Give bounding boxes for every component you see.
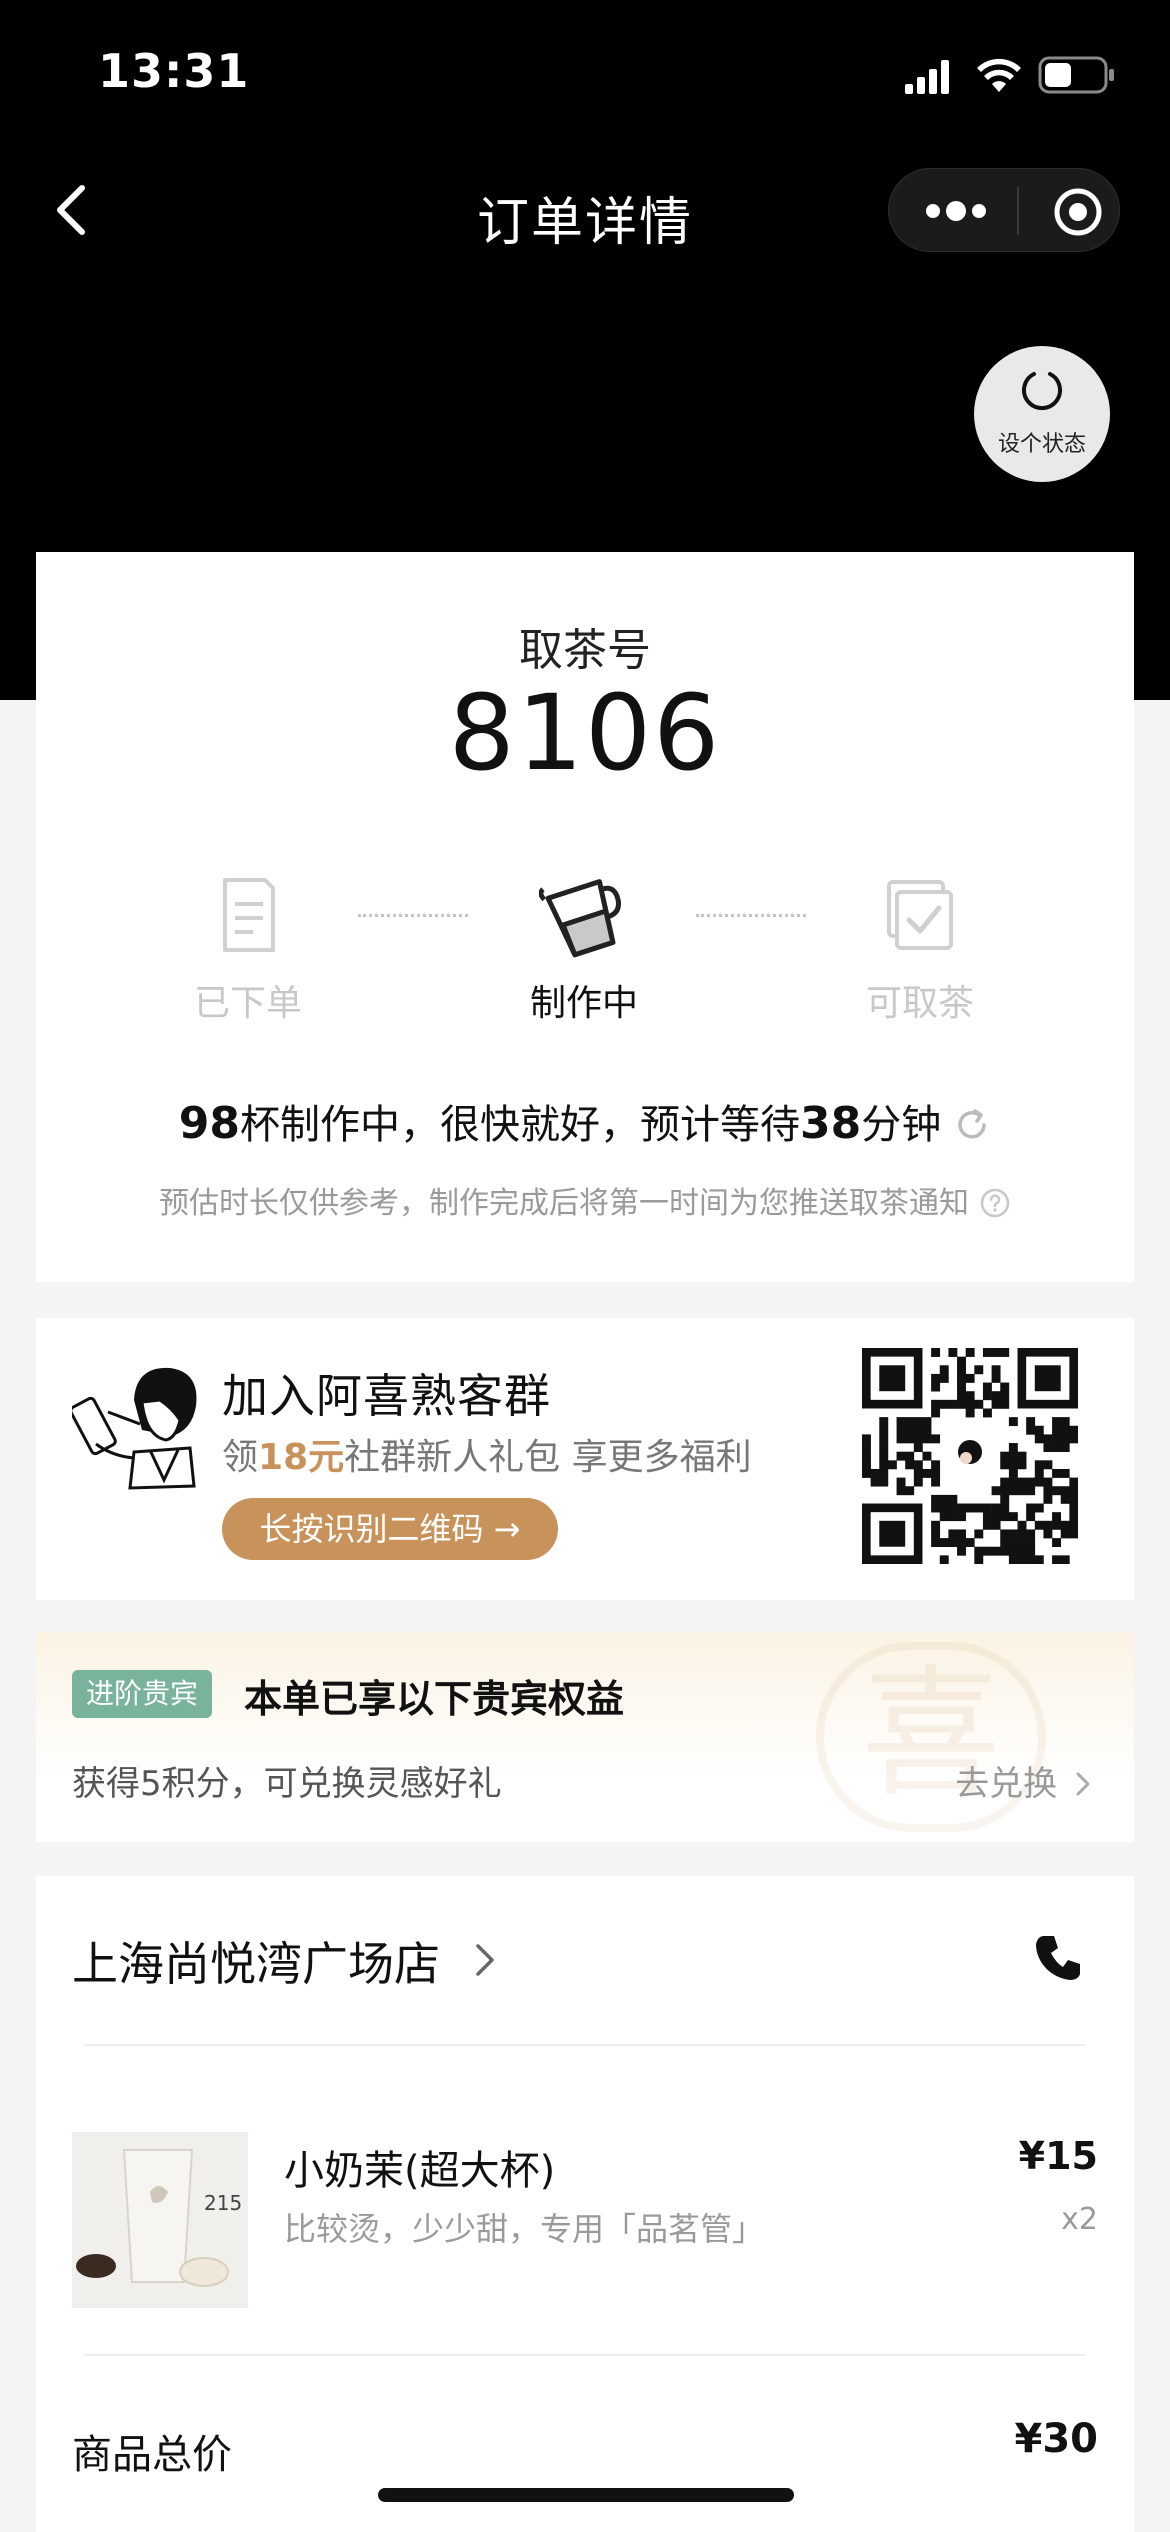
group-sub-suffix: 社群新人礼包 享更多福利 bbox=[344, 1437, 752, 1478]
cups-in-queue: 98 bbox=[178, 1098, 240, 1149]
wait-text-2: 分钟 bbox=[861, 1102, 942, 1148]
refresh-icon[interactable] bbox=[953, 1106, 991, 1144]
product-quantity: x2 bbox=[1061, 2202, 1098, 2237]
wait-estimate: 98杯制作中，很快就好，预计等待38分钟 bbox=[36, 1092, 1134, 1150]
redeem-link-label: 去兑换 bbox=[955, 1764, 1058, 1804]
group-sub-prefix: 领 bbox=[222, 1437, 259, 1478]
vip-points: 获得5积分，可兑换灵感好礼 bbox=[72, 1764, 502, 1804]
vip-title: 本单已享以下贵宾权益 bbox=[244, 1677, 625, 1721]
pickup-number: 8106 bbox=[448, 672, 722, 794]
mini-program-capsule bbox=[888, 168, 1120, 252]
step-ready: 可取茶 bbox=[820, 870, 1020, 1026]
group-sub-amount: 18元 bbox=[258, 1437, 345, 1478]
help-question-icon[interactable] bbox=[979, 1187, 1011, 1219]
milk-tea-cup-icon: 215 bbox=[72, 2132, 248, 2308]
status-time: 13:31 bbox=[98, 44, 250, 98]
step-ordered: 已下单 bbox=[148, 870, 348, 1026]
status-ring-icon bbox=[1022, 372, 1062, 411]
wifi-icon bbox=[977, 58, 1021, 92]
product-price: ¥15 bbox=[1018, 2134, 1098, 2178]
pickup-card: 取茶号 8106 已下单 制作中 可取茶 98杯制作中，很快就好，预计等待38分… bbox=[36, 552, 1134, 1282]
cellular-signal-icon bbox=[905, 60, 949, 94]
order-card: 上海尚悦湾广场店 215 小奶茉(超大杯) 比较烫，少少甜，专用「品茗管」 ¥1… bbox=[36, 1876, 1134, 2532]
thumb-volume-label: 215 bbox=[204, 2191, 242, 2215]
scan-qr-button[interactable]: 长按识别二维码 → bbox=[222, 1498, 558, 1560]
group-subtitle: 领18元社群新人礼包 享更多福利 bbox=[222, 1428, 752, 1480]
cup-check-icon bbox=[887, 880, 953, 950]
receipt-icon bbox=[223, 878, 275, 952]
vip-benefits-card: 喜 进阶贵宾 本单已享以下贵宾权益 获得5积分，可兑换灵感好礼 去兑换 bbox=[36, 1632, 1134, 1842]
join-group-card: 加入阿喜熟客群 领18元社群新人礼包 享更多福利 长按识别二维码 → bbox=[36, 1318, 1134, 1600]
step-making: 制作中 bbox=[484, 870, 684, 1026]
step-ready-label: 可取茶 bbox=[865, 983, 974, 1024]
wait-text-1: 杯制作中，很快就好，预计等待 bbox=[240, 1102, 800, 1148]
wait-note-text: 预估时长仅供参考，制作完成后将第一时间为您推送取茶通知 bbox=[159, 1186, 969, 1221]
shaker-cup-icon bbox=[539, 879, 622, 958]
product-image: 215 bbox=[72, 2132, 248, 2308]
store-name: 上海尚悦湾广场店 bbox=[72, 1937, 440, 1991]
phone-icon[interactable] bbox=[1032, 1930, 1086, 1984]
step-connector bbox=[358, 914, 468, 917]
status-bar: 13:31 bbox=[0, 0, 1170, 150]
close-target-icon[interactable] bbox=[1053, 187, 1103, 237]
home-indicator bbox=[378, 2488, 794, 2502]
battery-icon bbox=[1038, 56, 1114, 94]
subtotal-label: 商品总价 bbox=[72, 2432, 232, 2478]
qr-code-icon[interactable] bbox=[862, 1348, 1078, 1564]
product-name: 小奶茉(超大杯) bbox=[284, 2148, 556, 2194]
step-connector bbox=[696, 914, 806, 917]
divider bbox=[84, 2354, 1086, 2356]
mascot-drinking-icon bbox=[72, 1367, 197, 1490]
store-row[interactable]: 上海尚悦湾广场店 bbox=[72, 1928, 1098, 2008]
nav-bar: 订单详情 bbox=[0, 160, 1170, 260]
set-status-button[interactable]: 设个状态 bbox=[974, 346, 1110, 482]
vip-badge: 进阶贵宾 bbox=[72, 1670, 213, 1718]
wait-note: 预估时长仅供参考，制作完成后将第一时间为您推送取茶通知 bbox=[36, 1178, 1134, 1222]
chevron-right-icon bbox=[476, 1944, 494, 1976]
step-ordered-label: 已下单 bbox=[193, 983, 302, 1024]
more-dots-icon[interactable] bbox=[923, 191, 989, 231]
wait-minutes: 38 bbox=[800, 1098, 862, 1149]
divider bbox=[84, 2044, 1086, 2046]
redeem-link[interactable]: 去兑换 bbox=[955, 1756, 1092, 1805]
set-status-label: 设个状态 bbox=[997, 432, 1086, 457]
pickup-label: 取茶号 bbox=[519, 625, 651, 676]
capsule-divider bbox=[1017, 187, 1019, 235]
step-making-label: 制作中 bbox=[529, 983, 638, 1024]
subtotal-value: ¥30 bbox=[1014, 2416, 1099, 2462]
group-title: 加入阿喜熟客群 bbox=[222, 1369, 551, 1423]
product-options: 比较烫，少少甜，专用「品茗管」 bbox=[284, 2210, 765, 2248]
chevron-right-icon bbox=[1076, 1772, 1090, 1796]
